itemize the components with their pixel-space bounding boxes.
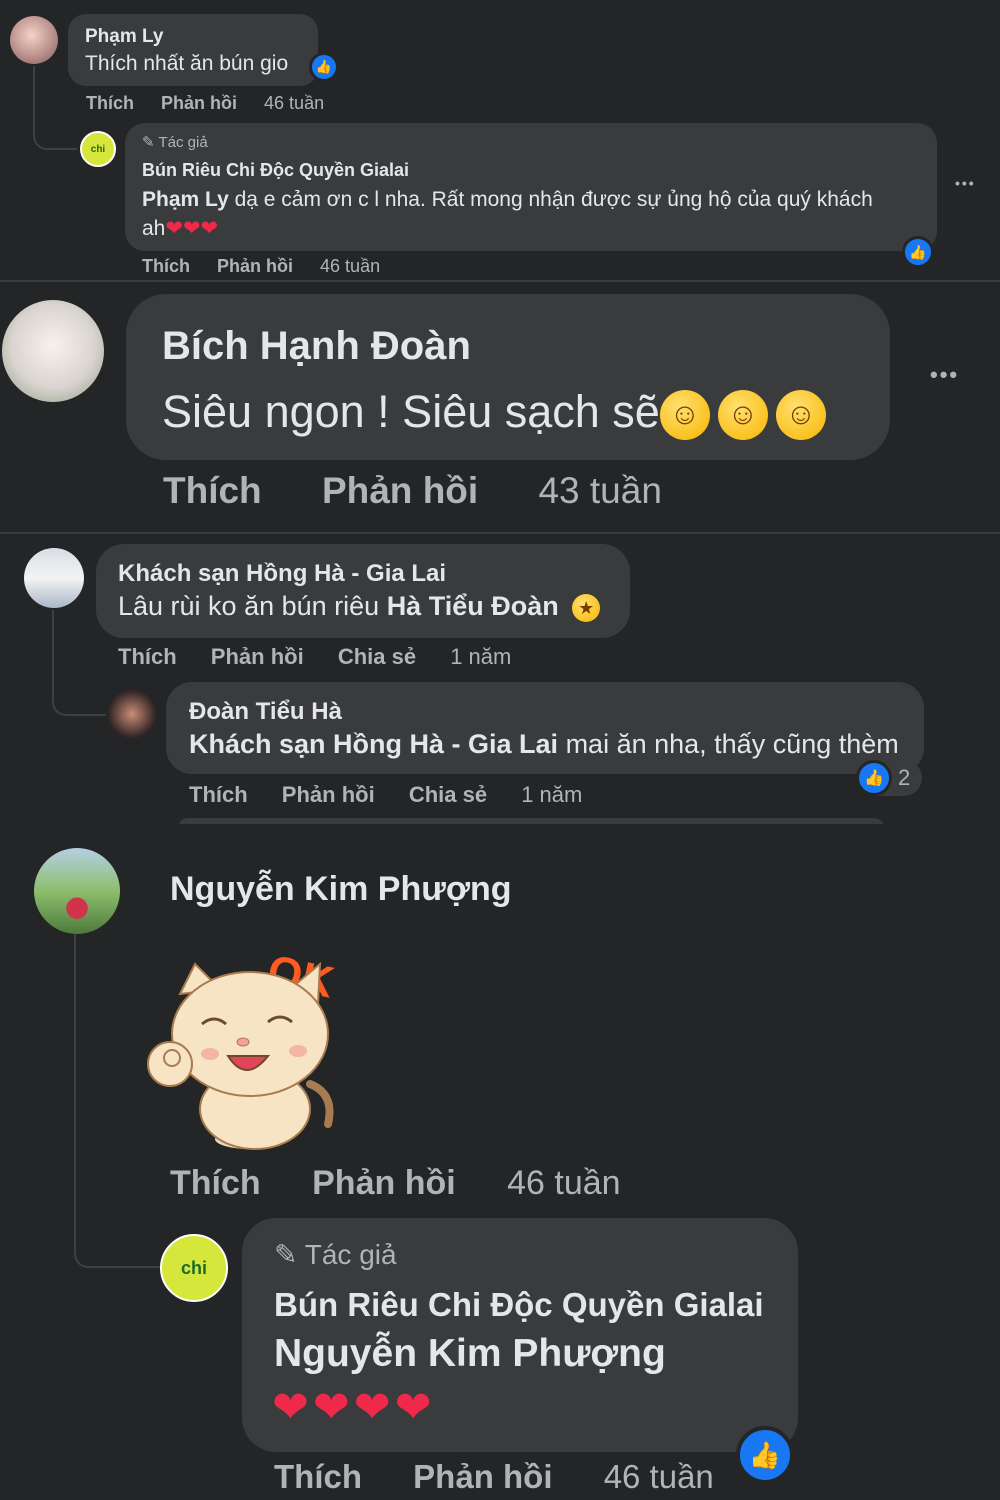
avatar[interactable] <box>10 16 58 64</box>
more-options-icon[interactable]: ••• <box>930 362 959 388</box>
like-button[interactable]: Thích <box>189 782 248 808</box>
reply-bubble: ✎ Tác giả Bún Riêu Chi Độc Quyền Gialai … <box>242 1218 798 1452</box>
reaction-count[interactable]: 👍 2 <box>856 760 922 796</box>
cat-ok-sticker-art: OK <box>147 946 338 1150</box>
reply-thread-line <box>33 66 77 150</box>
reply-text: Khách sạn Hồng Hà - Gia Lai mai ăn nha, … <box>189 729 899 760</box>
comment-author[interactable]: Nguyễn Kim Phượng <box>170 870 512 909</box>
timestamp[interactable]: 1 năm <box>521 782 582 808</box>
comment-author[interactable]: Phạm Ly <box>85 26 164 48</box>
like-button[interactable]: Thích <box>274 1458 362 1496</box>
smiling-emoji: ☺ <box>717 390 768 441</box>
reply-actions: Thích Phản hồi 46 tuần <box>142 256 380 277</box>
comment-bubble: Phạm Ly Thích nhất ăn bún gio <box>68 14 318 86</box>
reply-button[interactable]: Phản hồi <box>211 644 304 670</box>
comment-panel-4: Nguyễn Kim Phượng OK Thích Phản hồi 46 t… <box>0 824 1000 1500</box>
comment-bubble: Bích Hạnh Đoàn Siêu ngon ! Siêu sạch sẽ ☺… <box>126 294 890 460</box>
smiling-emoji: ☺ <box>659 390 710 441</box>
smiling-emoji: ☺ <box>775 390 826 441</box>
comment-text-body: Siêu ngon ! Siêu sạch sẽ <box>162 386 660 437</box>
page-avatar[interactable]: chi <box>160 1234 228 1302</box>
like-button[interactable]: Thích <box>163 470 262 512</box>
comment-actions: Thích Phản hồi Chia sẻ 1 năm <box>118 644 511 670</box>
reply-button[interactable]: Phản hồi <box>413 1458 552 1496</box>
timestamp[interactable]: 46 tuần <box>507 1164 620 1203</box>
reply-text-body: dạ e cảm ơn c l nha. Rất mong nhận được … <box>228 188 873 211</box>
star-struck-emoji: ★ <box>572 593 601 622</box>
author-badge: ✎ Tác giả <box>142 133 208 151</box>
comment-text: Lâu rùi ko ăn bún riêu Hà Tiểu Đoàn ★ <box>118 591 601 622</box>
pen-icon: ✎ <box>274 1239 298 1270</box>
reply-actions: Thích Phản hồi Chia sẻ 1 năm <box>189 782 582 808</box>
reply-button[interactable]: Phản hồi <box>282 782 375 808</box>
mention-link[interactable]: Phạm Ly <box>142 188 229 211</box>
comment-panel-1: Phạm Ly Thích nhất ăn bún gio 👍 Thích Ph… <box>0 0 1000 280</box>
reply-author[interactable]: Đoàn Tiểu Hà <box>189 698 342 726</box>
reply-button[interactable]: Phản hồi <box>322 470 478 512</box>
like-reaction-icon: 👍 <box>856 760 892 796</box>
author-badge-label: Tác giả <box>304 1239 397 1270</box>
author-badge-label: Tác giả <box>158 134 208 151</box>
reply-author[interactable]: Bún Riêu Chi Độc Quyền Gialai <box>274 1286 764 1324</box>
reply-button[interactable]: Phản hồi <box>161 93 237 114</box>
like-button[interactable]: Thích <box>118 644 177 670</box>
avatar[interactable] <box>108 690 156 738</box>
comment-actions: Thích Phản hồi 46 tuần <box>170 1164 621 1203</box>
mention-link[interactable]: Hà Tiểu Đoàn <box>387 591 559 621</box>
comment-author[interactable]: Bích Hạnh Đoàn <box>162 324 471 369</box>
avatar[interactable] <box>34 848 120 934</box>
comment-actions: Thích Phản hồi 43 tuần <box>163 470 662 512</box>
mention-link[interactable]: Khách sạn Hồng Hà - Gia Lai <box>189 729 558 759</box>
avatar[interactable] <box>2 300 104 402</box>
reply-bubble: Đoàn Tiểu Hà Khách sạn Hồng Hà - Gia Lai… <box>166 682 924 774</box>
comment-panel-3: Khách sạn Hồng Hà - Gia Lai Lâu rùi ko ă… <box>0 534 1000 824</box>
timestamp[interactable]: 46 tuần <box>264 93 324 114</box>
pen-icon: ✎ <box>142 134 155 151</box>
author-badge: ✎ Tác giả <box>274 1238 397 1271</box>
reaction-count-value: 2 <box>898 765 911 790</box>
reply-author[interactable]: Bún Riêu Chi Độc Quyền Gialai <box>142 160 409 181</box>
heart-emoji: ❤❤❤ <box>165 217 219 240</box>
like-reaction-icon[interactable]: 👍 <box>736 1426 794 1484</box>
comment-bubble: Khách sạn Hồng Hà - Gia Lai Lâu rùi ko ă… <box>96 544 630 638</box>
timestamp[interactable]: 46 tuần <box>320 256 380 277</box>
like-button[interactable]: Thích <box>86 93 134 114</box>
comment-panel-2: Bích Hạnh Đoàn Siêu ngon ! Siêu sạch sẽ ☺… <box>0 282 1000 532</box>
like-button[interactable]: Thích <box>170 1164 261 1203</box>
comment-actions: Thích Phản hồi 46 tuần <box>86 93 324 114</box>
heart-emoji: ❤❤❤❤ <box>272 1383 436 1432</box>
reply-text-end: ah <box>142 217 166 240</box>
more-options-icon[interactable]: ••• <box>955 175 976 191</box>
comment-author[interactable]: Khách sạn Hồng Hà - Gia Lai <box>118 560 446 588</box>
logo-text: chi <box>90 143 106 155</box>
reply-bubble: ✎ Tác giả Bún Riêu Chi Độc Quyền Gialai … <box>125 123 937 251</box>
like-reaction-icon[interactable]: 👍 <box>309 52 339 82</box>
reply-button[interactable]: Phản hồi <box>217 256 293 277</box>
logo-text: chi <box>180 1257 207 1278</box>
comment-text: Thích nhất ăn bún gio <box>85 52 289 75</box>
like-button[interactable]: Thích <box>142 256 190 277</box>
reply-text-body: mai ăn nha, thấy cũng thèm <box>558 729 899 759</box>
page-avatar[interactable]: chi <box>80 131 116 167</box>
share-button[interactable]: Chia sẻ <box>409 782 487 808</box>
reply-thread-line <box>52 610 106 716</box>
avatar[interactable] <box>24 548 84 608</box>
mention-link[interactable]: Nguyễn Kim Phượng <box>274 1332 666 1376</box>
timestamp[interactable]: 1 năm <box>450 644 511 670</box>
timestamp[interactable]: 43 tuần <box>538 470 661 512</box>
timestamp[interactable]: 46 tuần <box>604 1458 714 1496</box>
reply-actions: Thích Phản hồi 46 tuần <box>274 1458 714 1496</box>
reply-text: Phạm Ly dạ e cảm ơn c l nha. Rất mong nh… <box>142 185 922 243</box>
share-button[interactable]: Chia sẻ <box>338 644 416 670</box>
reply-button[interactable]: Phản hồi <box>312 1164 456 1203</box>
like-reaction-icon[interactable]: 👍 <box>902 236 934 268</box>
comment-text-body: Lâu rùi ko ăn bún riêu <box>118 591 387 621</box>
comment-text: Siêu ngon ! Siêu sạch sẽ ☺ ☺ ☺ <box>162 386 826 441</box>
cat-ok-sticker[interactable]: OK <box>140 934 345 1154</box>
